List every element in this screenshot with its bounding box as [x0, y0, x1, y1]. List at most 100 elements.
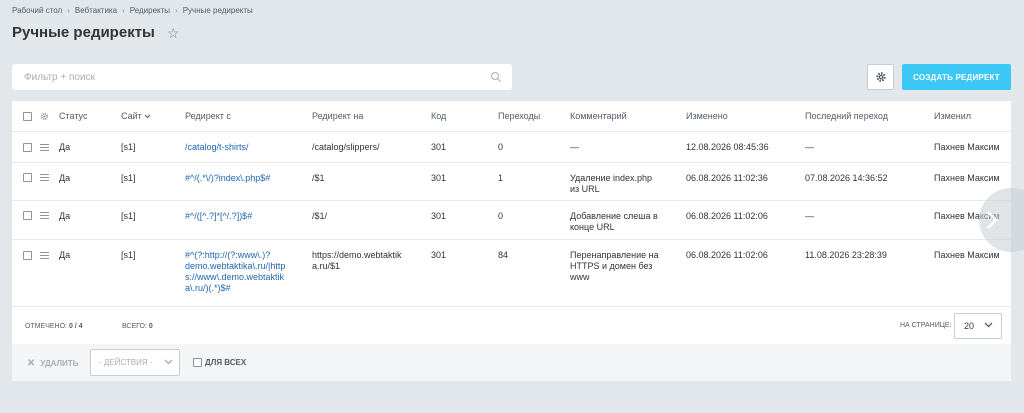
total-count: ВСЕГО: 0	[122, 323, 153, 330]
group-actions-bar: ✕ УДАЛИТЬ - ДЕЙСТВИЯ - ДЛЯ ВСЕХ	[12, 344, 1011, 381]
delete-button[interactable]: ✕ УДАЛИТЬ	[27, 358, 79, 369]
chevron-down-icon	[164, 359, 173, 365]
cell-to-line: /$1/	[312, 211, 328, 221]
cell-from-link[interactable]: #^/(.*\/)?index\.php$#	[185, 173, 270, 184]
cell-code: 301	[431, 211, 447, 221]
page-title: Ручные редиректы	[12, 24, 155, 41]
cell-changed: 06.08.2026 11:02:36	[686, 173, 768, 183]
cell-site: [s1]	[121, 173, 136, 183]
breadcrumb-item[interactable]: Ручные редиректы	[183, 6, 253, 15]
cell-changed: 12.08.2026 08:45:36	[686, 142, 769, 152]
drag-handle-icon[interactable]	[40, 212, 49, 221]
cell-status: Да	[59, 142, 71, 152]
per-page-select[interactable]: 20	[954, 313, 1002, 339]
cell-to-line: https://demo.webtaktik	[312, 250, 402, 260]
chevron-down-icon	[984, 322, 993, 328]
total-label: ВСЕГО:	[122, 323, 147, 330]
cell-last-hit: 11.08.2026 23:28:39	[805, 250, 887, 260]
cell-to-line: /catalog/slippers/	[312, 142, 380, 152]
select-all-checkbox[interactable]	[23, 112, 32, 121]
marked-value: 0 / 4	[68, 323, 83, 330]
actions-select-value: - ДЕЙСТВИЯ -	[99, 358, 153, 367]
cell-to: /catalog/slippers/	[312, 142, 380, 153]
cell-to-line: /$1	[312, 173, 325, 183]
table-row[interactable]: Да [s1] #^(?:http://(?:www\.)? demo.webta…	[12, 240, 1011, 308]
row-checkbox[interactable]	[23, 173, 32, 182]
drag-handle-icon[interactable]	[40, 144, 49, 153]
cell-status: Да	[59, 173, 71, 183]
cell-code: 301	[431, 250, 447, 260]
cell-last-hit: 07.08.2026 14:36:52	[805, 173, 888, 183]
cell-comment: Добавление слеша в конце URL	[570, 211, 658, 233]
for-all-checkbox[interactable]	[193, 358, 202, 367]
table-row[interactable]: Да [s1] #^/([^.?]*[^/.?])$# /$1/ 301 0 Д…	[12, 201, 1011, 240]
column-site-label: Сайт	[121, 111, 142, 121]
filter-search-input[interactable]: Фильтр + поиск	[12, 64, 512, 90]
cell-to: https://demo.webtaktik a.ru/$1	[312, 250, 402, 272]
cell-to: /$1	[312, 173, 325, 184]
cell-hits: 1	[498, 173, 504, 183]
sort-chevron-icon	[144, 114, 151, 119]
search-icon[interactable]	[490, 71, 502, 83]
cell-comment-line: Удаление index.php	[570, 173, 653, 183]
cell-from-link[interactable]: /catalog/t-shirts/	[185, 142, 249, 153]
per-page-value: 20	[964, 321, 975, 331]
column-comment[interactable]: Комментарий	[570, 111, 627, 122]
table-footer: ОТМЕЧЕНО: 0 / 4 ВСЕГО: 0 НА СТРАНИЦЕ:	[12, 306, 1011, 344]
for-all-toggle[interactable]: ДЛЯ ВСЕХ	[193, 358, 246, 367]
column-from[interactable]: Редирект с	[185, 111, 231, 122]
table-row[interactable]: Да [s1] #^/(.*\/)?index\.php$# /$1 301 1…	[12, 163, 1011, 201]
star-icon[interactable]: ☆	[167, 26, 180, 40]
cell-last-hit: —	[805, 142, 814, 152]
row-checkbox[interactable]	[23, 251, 32, 260]
create-redirect-button[interactable]: СОЗДАТЬ РЕДИРЕКТ	[902, 64, 1011, 90]
chevron-right-icon	[987, 211, 998, 229]
column-status[interactable]: Статус	[59, 111, 87, 122]
cell-comment: Удаление index.php из URL	[570, 173, 652, 195]
for-all-label: ДЛЯ ВСЕХ	[205, 358, 247, 367]
cell-from-line: #^/(.*\/)?index\.php$#	[185, 173, 271, 183]
breadcrumb-item[interactable]: Рабочий стол	[12, 6, 62, 15]
cell-comment: —	[570, 142, 579, 153]
drag-handle-icon[interactable]	[40, 174, 49, 183]
gear-icon[interactable]	[40, 112, 49, 121]
cell-from-link[interactable]: #^/([^.?]*[^/.?])$#	[185, 211, 252, 222]
cell-comment: Перенаправление на HTTPS и домен без www	[570, 250, 659, 283]
cell-comment-line: www	[570, 272, 590, 282]
column-changed[interactable]: Изменено	[686, 111, 728, 122]
column-last-hit[interactable]: Последний переход	[805, 111, 888, 122]
close-icon: ✕	[27, 358, 36, 369]
column-code[interactable]: Код	[431, 111, 446, 122]
cell-changed: 06.08.2026 11:02:06	[686, 211, 768, 221]
cell-comment-line: Добавление слеша в	[570, 211, 658, 221]
cell-from-link[interactable]: #^(?:http://(?:www\.)? demo.webtaktika\.r…	[185, 250, 285, 294]
cell-changed-by: Пахнев Максим	[934, 173, 1000, 183]
total-value: 0	[148, 323, 153, 330]
breadcrumb: Рабочий стол › Вебтактика › Редиректы › Ручные…	[12, 6, 253, 15]
breadcrumb-item[interactable]: Вебтактика	[75, 6, 117, 15]
drag-handle-icon[interactable]	[40, 252, 49, 261]
row-checkbox[interactable]	[23, 211, 32, 220]
marked-count: ОТМЕЧЕНО: 0 / 4	[25, 323, 83, 330]
cell-from-line: #^(?:http://(?:www\.)?	[185, 250, 271, 260]
cell-comment-line: Перенаправление на	[570, 250, 659, 260]
cell-hits: 0	[498, 142, 504, 152]
cell-last-hit: —	[805, 211, 814, 221]
cell-changed-by: Пахнев Максим	[934, 250, 1000, 260]
table-row[interactable]: Да [s1] /catalog/t-shirts/ /catalog/slip…	[12, 132, 1011, 163]
column-site[interactable]: Сайт	[121, 111, 151, 122]
gear-icon	[875, 72, 886, 82]
cell-hits: 0	[498, 211, 504, 221]
row-checkbox[interactable]	[23, 143, 32, 152]
settings-button[interactable]	[867, 64, 894, 90]
cell-code: 301	[431, 142, 447, 152]
breadcrumb-item[interactable]: Редиректы	[130, 6, 170, 15]
cell-status: Да	[59, 211, 71, 221]
cell-site: [s1]	[121, 211, 136, 221]
column-changed-by[interactable]: Изменил	[934, 111, 971, 122]
actions-select[interactable]: - ДЕЙСТВИЯ -	[90, 349, 180, 376]
column-hits[interactable]: Переходы	[498, 111, 540, 122]
column-to[interactable]: Редирект на	[312, 111, 363, 122]
filter-placeholder: Фильтр + поиск	[24, 71, 95, 83]
cell-to-line: a.ru/$1	[312, 261, 341, 271]
